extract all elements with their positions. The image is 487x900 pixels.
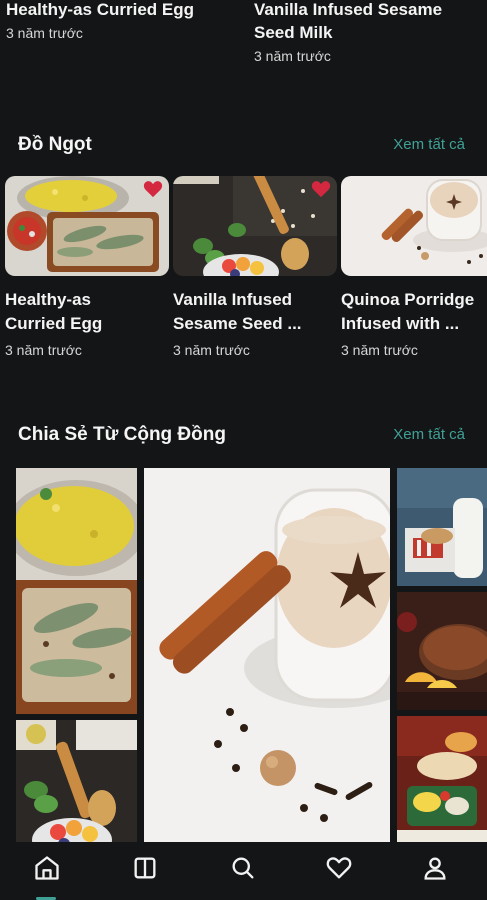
dessert-card-curried-egg[interactable]: Healthy-as Curried Egg 3 năm trước	[5, 176, 169, 358]
recipe-title: Healthy-as Curried Egg	[6, 0, 194, 19]
dessert-section-header: Đồ Ngọt Xem tất cả	[0, 134, 487, 164]
nav-profile[interactable]	[421, 854, 451, 884]
recipe-image	[173, 176, 337, 276]
profile-icon	[424, 857, 446, 880]
recipe-time: 3 năm trước	[173, 342, 250, 358]
top-recipe-row: Healthy-as Curried Egg 3 năm trước Vanil…	[0, 0, 487, 100]
recipe-time: 3 năm trước	[6, 25, 83, 41]
recipe-title: Vanilla Infused Sesame Seed Milk	[254, 0, 443, 42]
recipe-card-sesame-milk-top[interactable]: Vanilla Infused Sesame Seed Milk 3 năm t…	[254, 0, 484, 64]
community-photo-salad[interactable]	[397, 716, 487, 848]
bottom-navigation	[0, 842, 487, 900]
favorite-heart-icon[interactable]	[143, 180, 163, 198]
community-photo-curried-egg[interactable]	[16, 468, 137, 714]
dessert-carousel[interactable]: Healthy-as Curried Egg 3 năm trước Vanil…	[0, 176, 487, 376]
recipe-title-line2: Sesame Seed ...	[173, 314, 302, 333]
section-title: Chia Sẻ Từ Cộng Đồng	[18, 424, 226, 445]
recipe-image	[341, 176, 487, 276]
recipe-time: 3 năm trước	[5, 342, 82, 358]
community-photo-sesame-milk[interactable]	[16, 720, 137, 848]
community-photo-roast[interactable]	[397, 592, 487, 710]
see-all-community-link[interactable]: Xem tất cả	[393, 426, 465, 443]
nav-collections[interactable]	[131, 854, 161, 884]
nav-search[interactable]	[229, 854, 259, 884]
nav-home[interactable]	[33, 854, 63, 884]
section-title: Đồ Ngọt	[18, 134, 92, 155]
community-grid	[0, 468, 487, 848]
dessert-card-quinoa-porridge[interactable]: Quinoa Porridge Infused with ... 3 năm t…	[341, 176, 487, 358]
recipe-image	[5, 176, 169, 276]
recipe-card-curried-egg-top[interactable]: Healthy-as Curried Egg 3 năm trước	[6, 0, 236, 41]
favorite-heart-icon[interactable]	[311, 180, 331, 198]
nav-favorites[interactable]	[325, 854, 355, 884]
recipe-title-line1: Quinoa Porridge	[341, 290, 475, 309]
recipe-time: 3 năm trước	[341, 342, 418, 358]
book-icon	[134, 857, 156, 879]
home-icon	[35, 856, 59, 880]
recipe-title-line1: Healthy-as	[5, 290, 91, 309]
dessert-card-sesame-milk[interactable]: Vanilla Infused Sesame Seed ... 3 năm tr…	[173, 176, 337, 358]
see-all-dessert-link[interactable]: Xem tất cả	[393, 136, 465, 153]
community-photo-baking[interactable]	[397, 468, 487, 586]
heart-icon	[326, 857, 352, 879]
recipe-title-line2: Infused with ...	[341, 314, 460, 333]
recipe-time: 3 năm trước	[254, 48, 331, 64]
community-section-header: Chia Sẻ Từ Cộng Đồng Xem tất cả	[0, 424, 487, 454]
search-icon	[232, 857, 254, 879]
community-photo-chai-latte[interactable]	[144, 468, 390, 848]
recipe-title-line1: Vanilla Infused	[173, 290, 293, 309]
recipe-title-line2: Curried Egg	[5, 314, 103, 333]
